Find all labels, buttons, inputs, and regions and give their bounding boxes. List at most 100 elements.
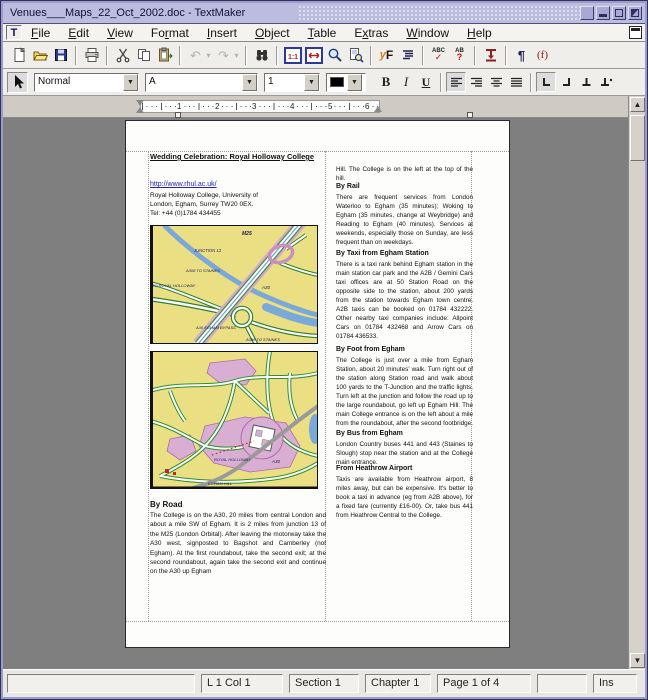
status-chapter: Chapter 1 [365, 674, 431, 693]
by-foot-heading[interactable]: By Foot from Egham [336, 346, 405, 353]
right-intro-text[interactable]: Hill. The College is on the left at the … [336, 165, 473, 183]
by-taxi-heading[interactable]: By Taxi from Egham Station [336, 250, 429, 257]
zoom-button[interactable] [324, 45, 345, 66]
paste-button[interactable] [154, 45, 175, 66]
undo-button[interactable]: ↶ [185, 45, 206, 66]
doc-heading[interactable]: Wedding Celebration: Royal Holloway Coll… [150, 152, 314, 161]
goto-button[interactable] [480, 45, 501, 66]
svg-text:1:1: 1:1 [287, 54, 297, 61]
minimize-button[interactable] [596, 6, 610, 20]
tab-left-button[interactable] [536, 72, 556, 92]
by-taxi-text[interactable]: There is a taxi rank behind Egham statio… [336, 260, 473, 341]
document-window-icon[interactable] [629, 26, 642, 39]
heathrow-heading[interactable]: From Heathrow Airport [336, 465, 412, 472]
size-combo-caret[interactable]: ▼ [304, 74, 319, 91]
window-menu-button[interactable] [580, 6, 594, 20]
thesaurus-icon: AB? [455, 48, 464, 62]
object-mode-button[interactable] [7, 72, 28, 93]
menu-view[interactable]: View [98, 25, 142, 41]
menu-file[interactable]: File [22, 25, 59, 41]
style-combo[interactable]: Normal ▼ [34, 73, 139, 92]
ruler-number: 5 [327, 102, 333, 111]
svg-text:JUNCTION 13: JUNCTION 13 [193, 248, 222, 253]
font-color-combo[interactable]: ▼ [326, 73, 366, 92]
size-value: 1 [265, 74, 304, 91]
functions-button[interactable]: (f) [532, 45, 553, 66]
menu-format[interactable]: Format [142, 25, 198, 41]
bold-button[interactable]: B [376, 72, 396, 92]
thesaurus-button[interactable]: AB? [449, 45, 470, 66]
close-button[interactable] [628, 6, 642, 20]
print-button[interactable] [81, 45, 102, 66]
page-preview-button[interactable] [345, 45, 366, 66]
title-bar[interactable]: Venues___Maps_22_Oct_2002.doc - TextMake… [3, 3, 645, 24]
zoom-100-button[interactable]: 1:1 [282, 45, 303, 66]
by-bus-text[interactable]: London Country buses 441 and 443 (Staine… [336, 440, 473, 467]
redo-icon: ↷ [218, 49, 229, 62]
color-combo-caret[interactable]: ▼ [347, 74, 362, 91]
by-foot-text[interactable]: The College is just over a mile from Egh… [336, 356, 473, 428]
app-icon[interactable]: T [6, 25, 22, 40]
svg-text:EGHAM HILL: EGHAM HILL [208, 481, 232, 486]
minimize-icon [599, 14, 607, 17]
open-button[interactable] [29, 45, 50, 66]
menu-insert[interactable]: Insert [198, 25, 246, 41]
svg-text:ROYAL HOLLOWAY: ROYAL HOLLOWAY [214, 457, 251, 462]
spellcheck-button[interactable]: ABC✓ [428, 45, 449, 66]
insert-field-button[interactable]: yF [376, 45, 397, 66]
status-empty [537, 674, 587, 693]
doc-address[interactable]: Royal Holloway College, University of Lo… [150, 191, 258, 218]
tab-right-button[interactable] [556, 72, 576, 92]
horizontal-ruler[interactable]: 1 2 3 4 5 6 [3, 96, 628, 118]
heathrow-text[interactable]: Taxis are available from Heathrow airpor… [336, 475, 473, 520]
new-document-button[interactable] [8, 45, 29, 66]
menu-extras[interactable]: Extras [345, 25, 397, 41]
align-right-button[interactable] [466, 72, 486, 92]
scroll-down-button[interactable]: ▼ [630, 653, 645, 668]
spellcheck-icon: ABC✓ [432, 48, 445, 62]
left-indent-marker[interactable] [136, 107, 144, 113]
by-road-heading[interactable]: By Road [150, 500, 182, 509]
menu-object[interactable]: Object [246, 25, 299, 41]
copy-button[interactable] [133, 45, 154, 66]
by-bus-heading[interactable]: By Bus from Egham [336, 430, 403, 437]
tab-center-button[interactable] [576, 72, 596, 92]
size-combo[interactable]: 1 ▼ [264, 73, 320, 92]
save-button[interactable] [50, 45, 71, 66]
italic-button[interactable]: I [396, 72, 416, 92]
by-road-text[interactable]: The College is on the A30, 20 miles from… [150, 511, 326, 577]
document-page[interactable]: Wedding Celebration: Royal Holloway Coll… [125, 120, 510, 648]
search-button[interactable] [251, 45, 272, 66]
tab-decimal-button[interactable] [596, 72, 616, 92]
scroll-up-button[interactable]: ▲ [630, 97, 645, 112]
map-m25-junction[interactable]: M25 JUNCTION 13 A308 TO STAINES TO ROYAL… [150, 225, 318, 349]
paragraph-format-button[interactable] [397, 45, 418, 66]
menu-table[interactable]: Table [299, 25, 346, 41]
align-justify-button[interactable] [506, 72, 526, 92]
doc-hyperlink[interactable]: http://www.rhul.ac.uk/ [150, 181, 217, 188]
vertical-scrollbar[interactable]: ▲ ▼ [628, 96, 645, 669]
underline-button[interactable]: U [416, 72, 436, 92]
menu-edit[interactable]: Edit [59, 25, 98, 41]
redo-button[interactable]: ↷ [213, 45, 234, 66]
by-rail-text[interactable]: There are frequent services from London … [336, 193, 473, 247]
map-campus[interactable]: ROYAL HOLLOWAY A30 EGHAM HILL [150, 351, 318, 494]
fit-width-button[interactable] [303, 45, 324, 66]
status-insert-mode[interactable]: Ins [593, 674, 637, 693]
document-canvas[interactable]: Wedding Celebration: Royal Holloway Coll… [3, 118, 628, 669]
menu-help[interactable]: Help [458, 25, 501, 41]
formatting-marks-button[interactable]: ¶ [511, 45, 532, 66]
align-center-button[interactable] [486, 72, 506, 92]
by-rail-heading[interactable]: By Rail [336, 183, 360, 190]
right-indent-marker[interactable] [374, 106, 382, 112]
align-left-button[interactable] [446, 72, 466, 92]
menu-window[interactable]: Window [397, 25, 458, 41]
first-line-indent-marker[interactable] [136, 100, 144, 106]
maximize-button[interactable] [612, 6, 626, 20]
style-combo-caret[interactable]: ▼ [123, 74, 138, 91]
font-combo[interactable]: A ▼ [145, 73, 258, 92]
svg-text:A30: A30 [261, 285, 271, 290]
font-combo-caret[interactable]: ▼ [242, 74, 257, 91]
scrollbar-thumb[interactable] [630, 115, 645, 161]
cut-button[interactable] [112, 45, 133, 66]
